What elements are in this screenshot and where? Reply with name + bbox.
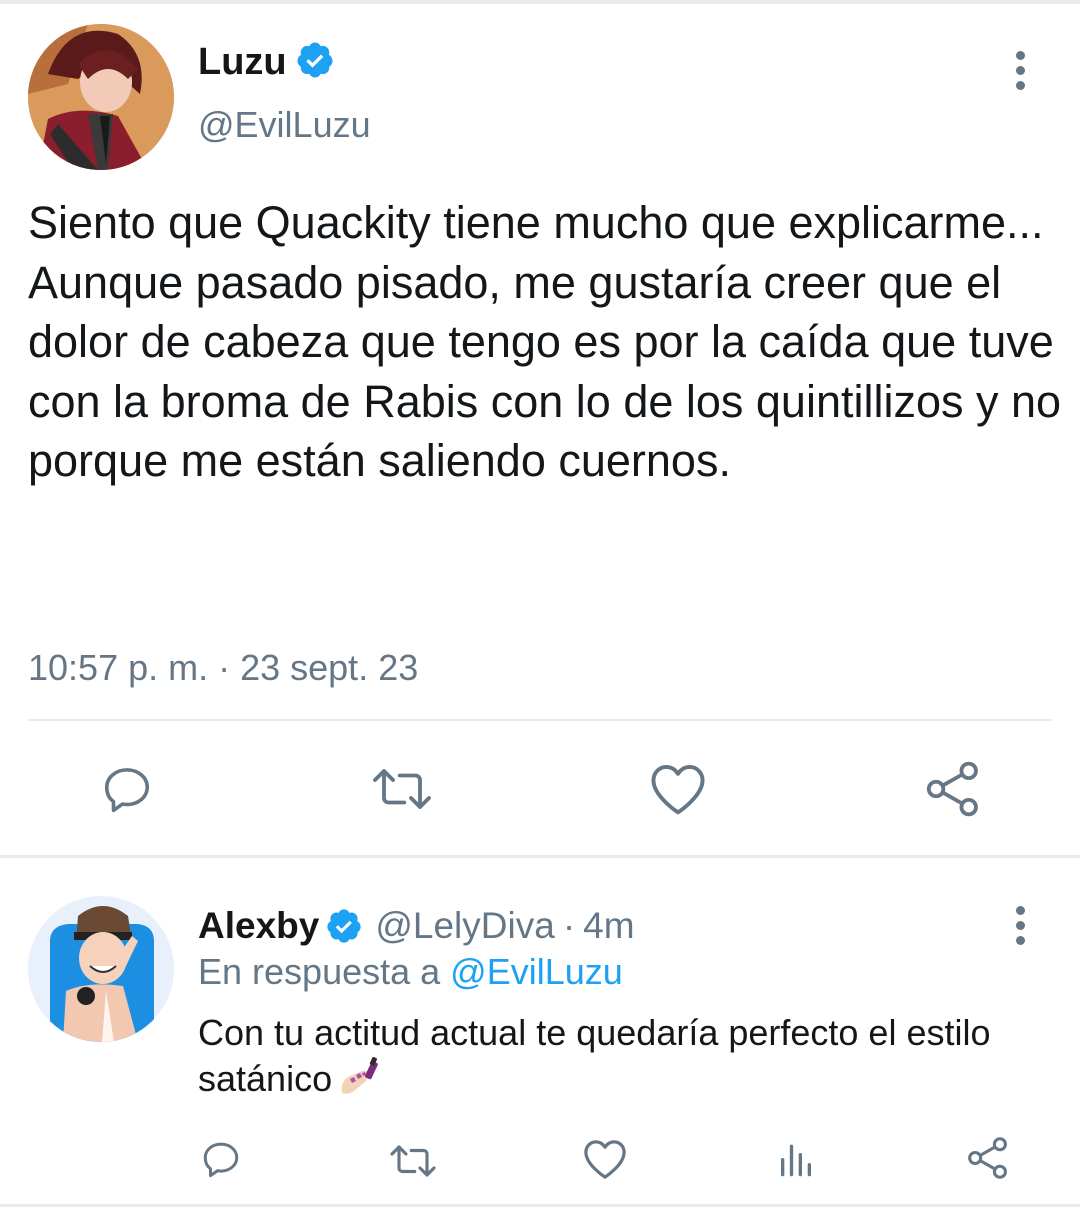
handle[interactable]: @LelyDiva <box>375 902 554 950</box>
reply-text: Con tu actitud actual te quedaría perfec… <box>198 1012 991 1099</box>
tweet-text: Siento que Quackity tiene mucho que expl… <box>28 197 1062 486</box>
bottom-divider <box>0 1204 1080 1207</box>
reply-time[interactable]: 4m <box>583 902 634 950</box>
avatar[interactable] <box>28 24 174 170</box>
author-row: Luzu <box>198 38 335 86</box>
more-options-icon[interactable] <box>1000 45 1040 95</box>
reply-text-container: Con tu actitud actual te quedaría perfec… <box>198 1010 1058 1108</box>
in-reply-to: En respuesta a @EvilLuzu <box>198 948 623 996</box>
avatar[interactable] <box>28 896 174 1042</box>
divider <box>28 719 1052 721</box>
tweet-timestamp[interactable]: 10:57 p. m. · 23 sept. 23 <box>28 645 418 691</box>
reply-icon[interactable] <box>200 1138 242 1180</box>
handle[interactable]: @EvilLuzu <box>198 102 371 148</box>
avatar-image <box>28 24 174 170</box>
share-icon[interactable] <box>966 1136 1010 1180</box>
retweet-icon[interactable] <box>370 762 434 816</box>
top-divider <box>0 0 1080 4</box>
reply-prefix: En respuesta a <box>198 951 441 992</box>
display-name[interactable]: Alexby <box>198 902 319 950</box>
verified-badge-icon <box>295 40 335 85</box>
like-icon[interactable] <box>648 762 708 816</box>
display-name[interactable]: Luzu <box>198 38 287 86</box>
reply-author-row: Alexby @LelyDiva · 4m <box>198 902 635 950</box>
share-icon[interactable] <box>924 760 982 818</box>
more-options-icon[interactable] <box>1000 900 1040 950</box>
verified-badge-icon <box>325 907 363 945</box>
retweet-icon[interactable] <box>388 1140 438 1182</box>
reply-mention-link[interactable]: @EvilLuzu <box>450 951 623 992</box>
avatar-image <box>28 896 174 1042</box>
reply-icon[interactable] <box>100 762 154 816</box>
nail-polish-emoji <box>338 1056 382 1108</box>
like-icon[interactable] <box>582 1138 628 1180</box>
analytics-icon[interactable] <box>776 1138 816 1178</box>
separator: · <box>562 905 576 946</box>
tweet-separator <box>0 855 1080 858</box>
